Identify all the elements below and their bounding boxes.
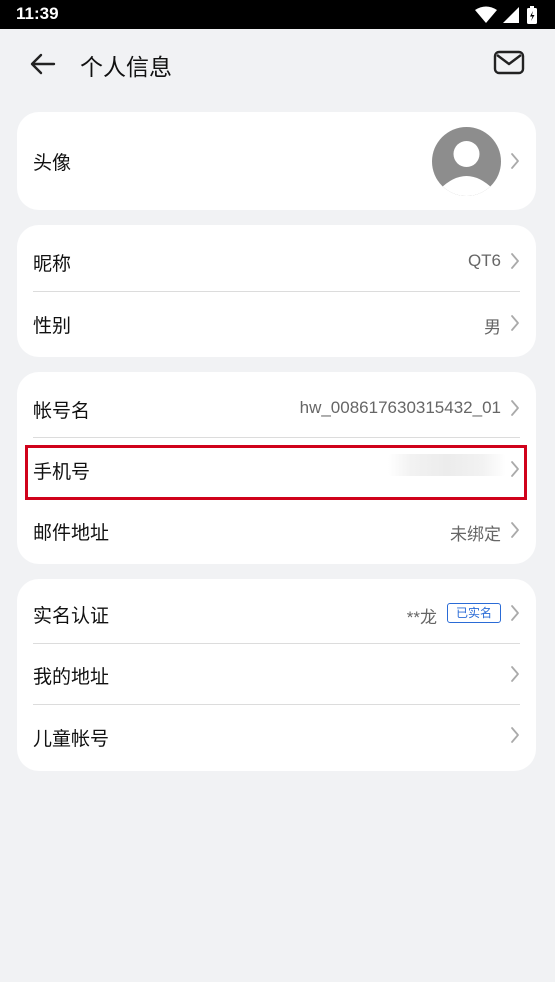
gender-row[interactable]: 性别 男: [17, 292, 536, 357]
chevron-right-icon: [511, 253, 519, 269]
account-name-value: hw_008617630315432_01: [299, 398, 501, 417]
status-bar: 11:39: [0, 0, 555, 29]
email-value: 未绑定: [450, 525, 501, 544]
status-time: 11:39: [16, 4, 59, 23]
wifi-icon: [475, 6, 497, 23]
child-account-row[interactable]: 儿童帐号: [17, 705, 536, 771]
account-name-label: 帐号名: [33, 400, 91, 422]
chevron-right-icon: [511, 605, 519, 621]
phone-label: 手机号: [33, 461, 91, 483]
verified-badge: 已实名: [446, 603, 501, 623]
chevron-right-icon: [511, 461, 519, 477]
real-name-value: **龙: [406, 608, 437, 627]
address-row[interactable]: 我的地址: [17, 644, 536, 704]
phone-row[interactable]: 手机号: [17, 438, 536, 500]
nickname-value: QT6: [467, 251, 501, 270]
nickname-label: 昵称: [33, 253, 72, 275]
address-label: 我的地址: [33, 666, 110, 688]
app-bar: 个人信息: [0, 29, 555, 99]
mail-icon[interactable]: [493, 49, 525, 77]
other-card: 实名认证 **龙 已实名 我的地址 儿童帐号: [17, 579, 536, 771]
status-icons: [475, 6, 537, 24]
back-arrow-icon[interactable]: [28, 49, 58, 79]
avatar-label: 头像: [33, 152, 72, 174]
account-card: 帐号名 hw_008617630315432_01 手机号 邮件地址 未绑定: [17, 372, 536, 564]
gender-value: 男: [484, 318, 501, 337]
chevron-right-icon: [511, 727, 519, 743]
chevron-right-icon: [511, 522, 519, 538]
signal-icon: [503, 7, 519, 23]
avatar: [432, 127, 501, 196]
child-account-label: 儿童帐号: [33, 728, 110, 750]
page-title: 个人信息: [80, 55, 172, 81]
account-name-row[interactable]: 帐号名 hw_008617630315432_01: [17, 372, 536, 437]
email-label: 邮件地址: [33, 522, 110, 544]
chevron-right-icon: [511, 315, 519, 331]
phone-value-redacted: [388, 454, 506, 476]
real-name-row[interactable]: 实名认证 **龙 已实名: [17, 579, 536, 643]
avatar-card: 头像: [17, 112, 536, 210]
gender-label: 性别: [33, 315, 72, 337]
chevron-right-icon: [511, 666, 519, 682]
email-row[interactable]: 邮件地址 未绑定: [17, 500, 536, 564]
avatar-row[interactable]: 头像: [17, 112, 536, 210]
user-silhouette-icon: [440, 141, 493, 196]
chevron-right-icon: [511, 153, 519, 169]
real-name-label: 实名认证: [33, 605, 110, 627]
battery-icon: [527, 6, 537, 24]
nickname-row[interactable]: 昵称 QT6: [17, 225, 536, 291]
basic-info-card: 昵称 QT6 性别 男: [17, 225, 536, 357]
chevron-right-icon: [511, 400, 519, 416]
